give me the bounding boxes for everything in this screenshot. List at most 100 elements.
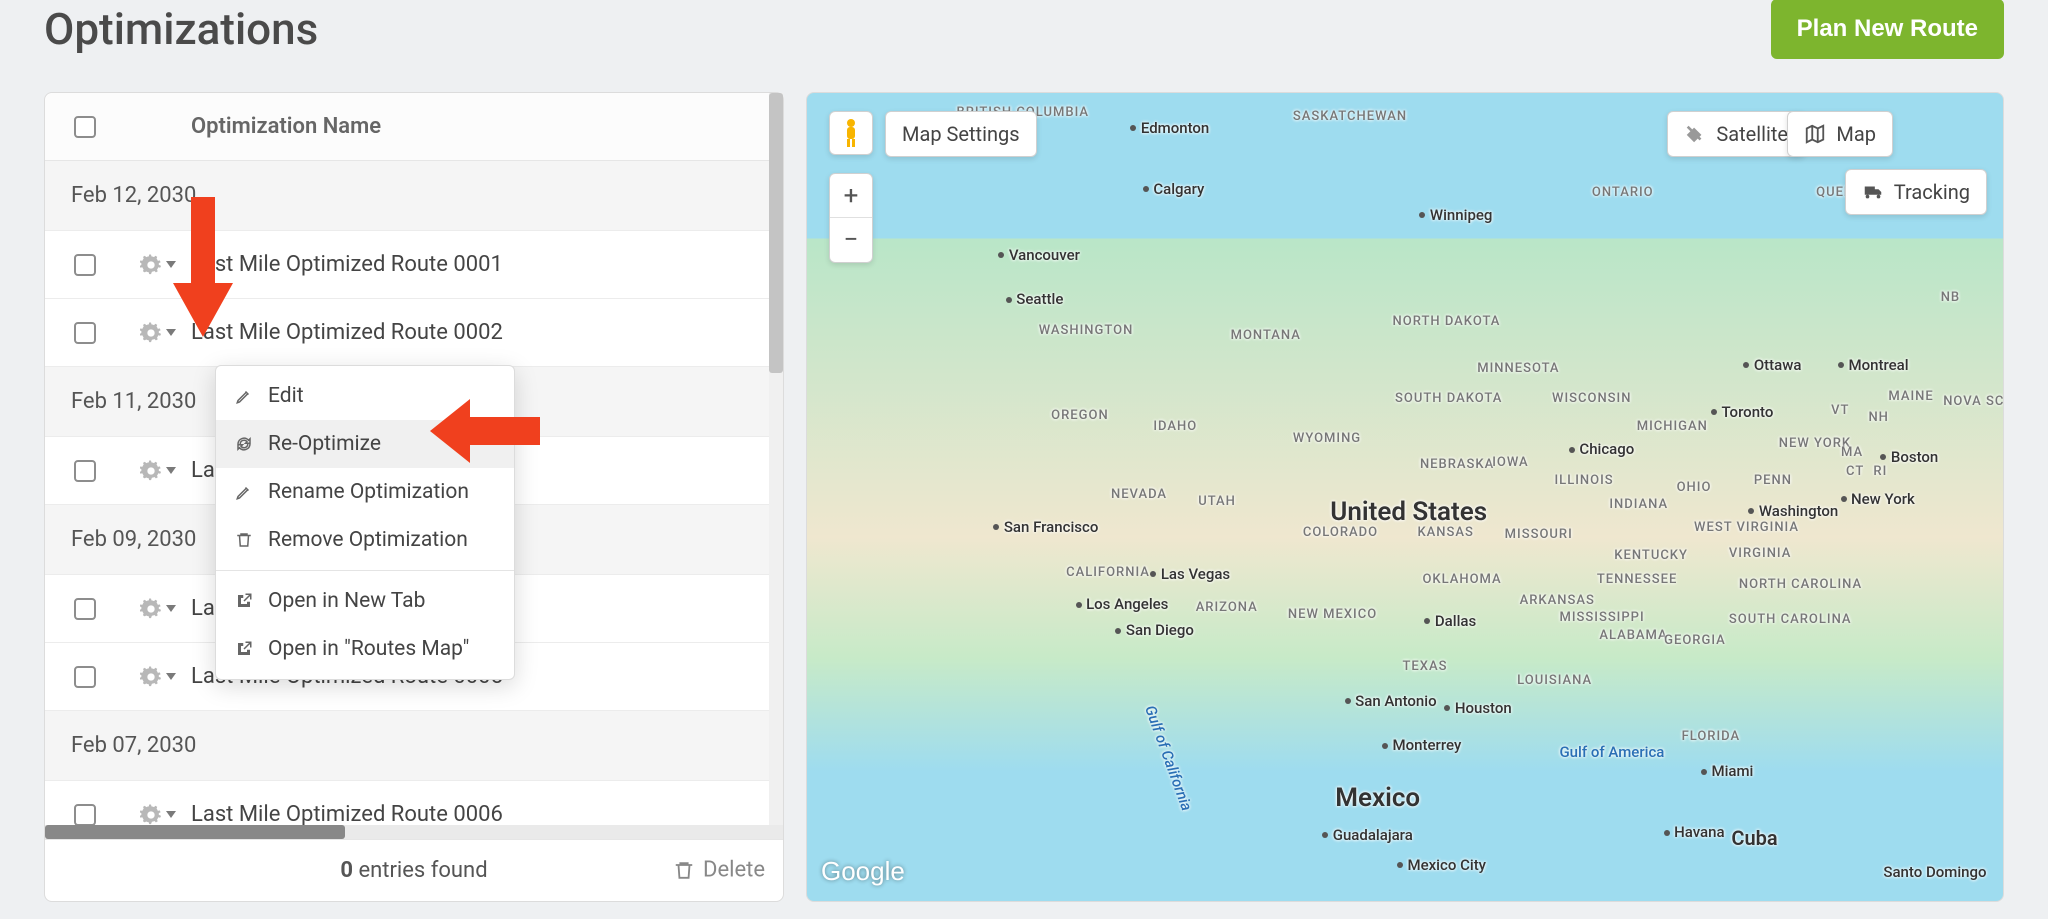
- map-label: Guadalajara: [1333, 826, 1413, 844]
- map-label: Winnipeg: [1430, 206, 1493, 224]
- map-city-dot: [1115, 628, 1121, 634]
- row-checkbox[interactable]: [74, 666, 96, 688]
- pegman-icon: [841, 118, 861, 148]
- optimization-row[interactable]: Last Mile Optimized Route 0006: [45, 781, 783, 825]
- plan-new-route-button[interactable]: Plan New Route: [1771, 0, 2004, 59]
- streetview-pegman[interactable]: [829, 111, 873, 155]
- map-label: San Diego: [1126, 621, 1194, 639]
- map-label: MICHIGAN: [1637, 419, 1708, 434]
- map-label: PENN: [1754, 473, 1792, 488]
- date-group-header: Feb 12, 2030: [45, 161, 783, 231]
- satellite-label: Satellite: [1716, 122, 1788, 146]
- gear-icon: [140, 254, 162, 276]
- map-label: Chicago: [1579, 440, 1634, 458]
- map-label: Calgary: [1153, 180, 1204, 198]
- map-settings-button[interactable]: Map Settings: [885, 111, 1037, 157]
- map-label: ILLINOIS: [1555, 473, 1614, 488]
- map-label: CT: [1846, 464, 1864, 479]
- map-label: Edmonton: [1141, 119, 1209, 137]
- map-label: OKLAHOMA: [1422, 572, 1501, 587]
- map-label: COLORADO: [1303, 525, 1378, 540]
- ctx-item-label: Re-Optimize: [268, 432, 381, 456]
- map-label: FLORIDA: [1682, 729, 1741, 744]
- map-type-toggle[interactable]: Map: [1787, 111, 1893, 157]
- caret-down-icon: [166, 811, 176, 818]
- map-label: Havana: [1674, 823, 1724, 841]
- vertical-scrollbar[interactable]: [769, 93, 783, 825]
- map-label: SOUTH CAROLINA: [1729, 612, 1852, 627]
- row-actions-button[interactable]: [140, 666, 176, 688]
- map-label: Toronto: [1721, 403, 1773, 421]
- map-label: Miami: [1711, 762, 1753, 780]
- map-city-dot: [1841, 496, 1847, 502]
- map-label: Las Vegas: [1161, 565, 1230, 583]
- delete-button[interactable]: Delete: [673, 858, 765, 883]
- map-label: NORTH CAROLINA: [1739, 577, 1862, 592]
- map-label: Mexico City: [1407, 856, 1486, 874]
- optimization-row[interactable]: Last Mile Optimized Route 0001: [45, 231, 783, 299]
- zoom-in-button[interactable]: +: [830, 174, 872, 218]
- ctx-item-remove-optimization[interactable]: Remove Optimization: [216, 516, 514, 564]
- optimization-name: Last Mile Optimized Route 0006: [191, 802, 503, 825]
- open-icon: [234, 591, 254, 611]
- map-label: INDIANA: [1609, 497, 1668, 512]
- row-checkbox[interactable]: [74, 460, 96, 482]
- map-city-dot: [1743, 362, 1749, 368]
- optimization-name: Last Mile Optimized Route 0002: [191, 320, 503, 345]
- ctx-item-open-in-routes-map-[interactable]: Open in "Routes Map": [216, 625, 514, 673]
- map-label: MA: [1841, 445, 1863, 460]
- row-actions-button[interactable]: [140, 322, 176, 344]
- google-logo: Google: [821, 856, 905, 887]
- row-checkbox[interactable]: [74, 598, 96, 620]
- map-label: Boston: [1891, 448, 1938, 466]
- tracking-button[interactable]: Tracking: [1845, 169, 1987, 215]
- horizontal-scrollbar[interactable]: [45, 825, 783, 839]
- pencil-icon: [234, 482, 254, 502]
- optimization-row[interactable]: Last Mile Optimized Route 0002: [45, 299, 783, 367]
- row-actions-button[interactable]: [140, 804, 176, 826]
- map-label: OREGON: [1051, 408, 1109, 423]
- row-actions-button[interactable]: [140, 460, 176, 482]
- map-label: TEXAS: [1403, 659, 1448, 674]
- row-checkbox[interactable]: [74, 254, 96, 276]
- ctx-item-label: Open in New Tab: [268, 589, 425, 613]
- map-label: Gulf of America: [1559, 743, 1664, 761]
- row-checkbox[interactable]: [74, 322, 96, 344]
- map-label: Gulf of California: [1141, 703, 1196, 813]
- map-city-dot: [1076, 602, 1082, 608]
- gear-icon: [140, 598, 162, 620]
- satellite-icon: [1684, 123, 1706, 145]
- map-label: ALABAMA: [1599, 628, 1667, 643]
- map-label: NH: [1868, 410, 1888, 425]
- map-label: VIRGINIA: [1729, 546, 1791, 561]
- map-label: IOWA: [1492, 455, 1528, 470]
- map-label: Mexico: [1335, 783, 1420, 813]
- trash-icon: [673, 859, 695, 881]
- map-label: ONTARIO: [1592, 185, 1654, 200]
- map-label: GEORGIA: [1664, 633, 1726, 648]
- zoom-out-button[interactable]: −: [830, 218, 872, 262]
- gear-icon: [140, 804, 162, 826]
- map-city-dot: [993, 524, 999, 530]
- map-label: MISSISSIPPI: [1559, 610, 1644, 625]
- map-label: KANSAS: [1417, 525, 1473, 540]
- row-actions-button[interactable]: [140, 254, 176, 276]
- map-panel[interactable]: BRITISH COLUMBIASASKATCHEWANEdmontonONTA…: [806, 92, 2004, 902]
- map-label: Seattle: [1016, 290, 1063, 308]
- row-actions-button[interactable]: [140, 598, 176, 620]
- select-all-checkbox[interactable]: [74, 116, 96, 138]
- entries-label: entries found: [353, 858, 488, 883]
- map-label: Santo Domingo: [1883, 863, 1986, 881]
- map-city-dot: [1382, 743, 1388, 749]
- ctx-item-open-in-new-tab[interactable]: Open in New Tab: [216, 577, 514, 625]
- satellite-toggle[interactable]: Satellite: [1667, 111, 1805, 157]
- ctx-item-label: Edit: [268, 384, 304, 408]
- map-city-dot: [1444, 705, 1450, 711]
- map-label: Montreal: [1849, 356, 1909, 374]
- row-checkbox[interactable]: [74, 804, 96, 826]
- ctx-item-rename-optimization[interactable]: Rename Optimization: [216, 468, 514, 516]
- map-label: IDAHO: [1153, 419, 1197, 434]
- gear-icon: [140, 322, 162, 344]
- map-label: Los Angeles: [1086, 595, 1168, 613]
- map-label: United States: [1330, 497, 1487, 527]
